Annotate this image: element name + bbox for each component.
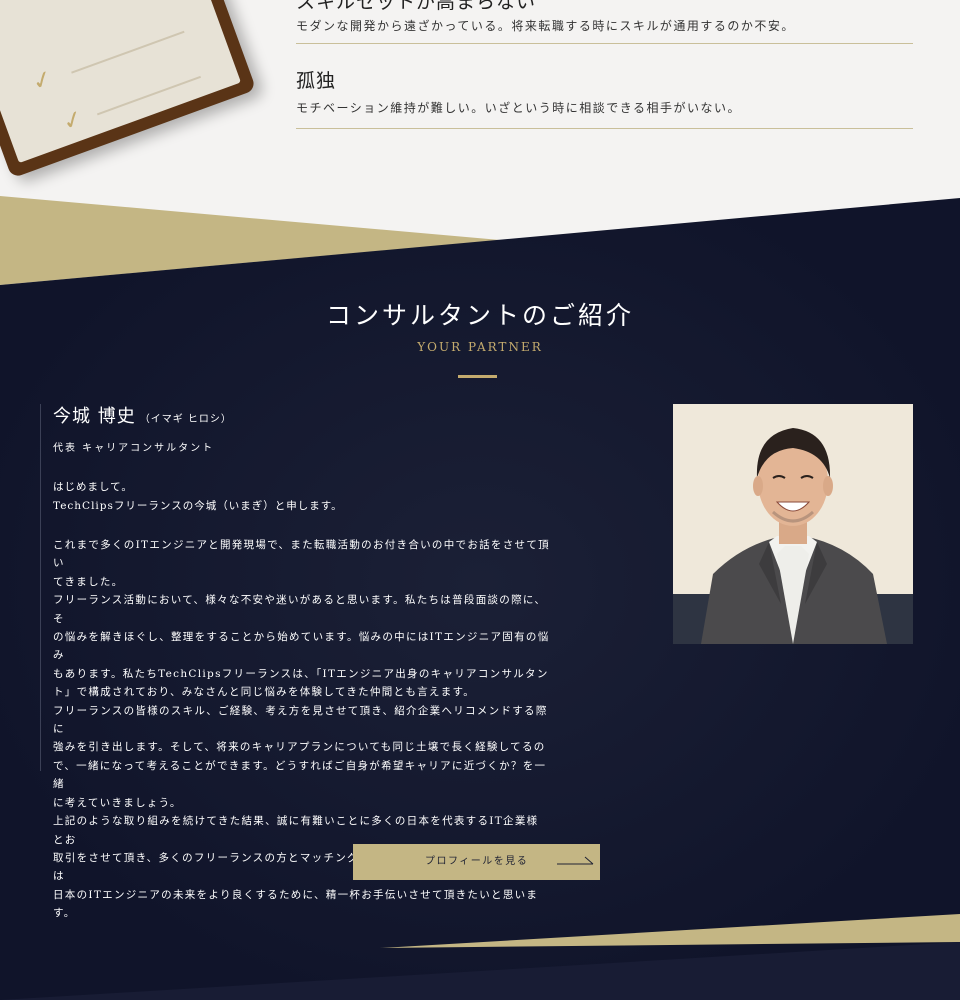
view-profile-button[interactable]: プロフィールを見る — [353, 844, 600, 880]
section-subtitle: YOUR PARTNER — [417, 340, 543, 354]
portrait-illustration — [673, 404, 913, 644]
consultant-name-row: 今城 博史 （イマギ ヒロシ） — [53, 404, 550, 433]
view-profile-button-label: プロフィールを見る — [425, 856, 529, 867]
greeting-text: はじめまして。 TechClipsフリーランスの今城（いまぎ）と申します。 — [53, 481, 343, 512]
long-arrow-right-icon — [557, 856, 594, 865]
consultant-name-kana: （イマギ ヒロシ） — [139, 414, 232, 425]
consultant-portrait — [673, 404, 913, 644]
consultant-profile: 今城 博史 （イマギ ヒロシ） 代表 キャリアコンサルタント はじめまして。 Te… — [40, 404, 550, 919]
worry-description: モチベーション維持が難しい。いざという時に相談できる相手がいない。 — [296, 101, 742, 115]
consultant-name: 今城 博史 — [53, 406, 136, 427]
check-icon: ✓ — [28, 63, 57, 97]
clipboard-illustration-icon: ✓ ✓ — [0, 0, 257, 179]
divider — [96, 75, 201, 116]
consultant-role: 代表 キャリアコンサルタント — [53, 443, 215, 454]
worry-item: スキルセットが高まらない モダンな開発から遠ざかっている。将来転職する時にスキル… — [296, 0, 913, 44]
worry-title: 孤独 — [296, 70, 337, 92]
section-title: コンサルタントのご紹介 — [325, 301, 634, 330]
divider — [71, 30, 185, 74]
worry-description: モダンな開発から遠ざかっている。将来転職する時にスキルが通用するのか不安。 — [296, 19, 795, 33]
worry-title: スキルセットが高まらない — [296, 0, 537, 13]
check-icon: ✓ — [58, 103, 88, 137]
worry-item: 孤独 モチベーション維持が難しい。いざという時に相談できる相手がいない。 — [296, 69, 913, 129]
title-underline — [458, 375, 497, 378]
